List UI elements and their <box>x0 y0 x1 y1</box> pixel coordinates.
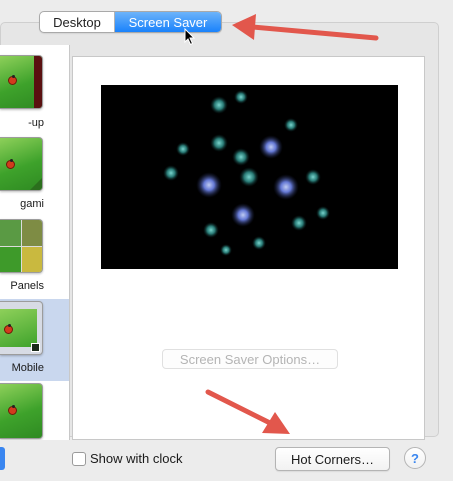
screen-saver-list[interactable]: -up gami Panels Mobile <box>0 45 70 440</box>
saver-item-photo[interactable] <box>0 381 69 440</box>
frame-strip-icon <box>34 56 42 108</box>
tab-screen-saver[interactable]: Screen Saver <box>115 12 221 32</box>
photo-thumbnail <box>0 383 43 439</box>
mobile-thumbnail <box>0 301 43 355</box>
saver-item-label: gami <box>20 198 44 210</box>
mouse-cursor-icon <box>184 28 196 46</box>
screen-saver-options-button[interactable]: Screen Saver Options… <box>162 349 338 369</box>
screen-saver-preview[interactable] <box>101 85 398 269</box>
saver-item-label: Mobile <box>11 362 44 374</box>
saver-item-label: -up <box>28 117 44 129</box>
page-curl-icon <box>30 178 42 190</box>
hot-corners-button[interactable]: Hot Corners… <box>275 447 390 471</box>
list-scroll-indicator <box>0 447 5 470</box>
ladybug-icon <box>8 405 17 415</box>
saver-item-sliding-panels[interactable]: Panels <box>0 217 69 299</box>
sliding-panels-thumbnail <box>0 219 43 273</box>
preview-pane: Screen Saver Options… <box>72 56 425 440</box>
panels-grid-icon <box>0 220 42 272</box>
ladybug-icon <box>8 75 17 85</box>
ladybug-photo-thumbnail <box>0 55 43 109</box>
ladybug-icon <box>4 324 13 334</box>
show-with-clock-checkbox[interactable] <box>72 452 86 466</box>
help-button[interactable]: ? <box>404 447 426 469</box>
show-with-clock-label[interactable]: Show with clock <box>90 451 182 466</box>
mobile-badge-icon <box>31 343 40 352</box>
saver-item-label: Panels <box>10 280 44 292</box>
saver-item-photo-popup[interactable]: -up <box>0 53 69 135</box>
flurry-preview-graphic <box>163 90 330 256</box>
ladybug-icon <box>6 159 15 169</box>
saver-item-mobile[interactable]: Mobile <box>0 299 69 381</box>
tab-desktop[interactable]: Desktop <box>40 12 115 32</box>
origami-thumbnail <box>0 137 43 191</box>
saver-item-origami[interactable]: gami <box>0 135 69 217</box>
